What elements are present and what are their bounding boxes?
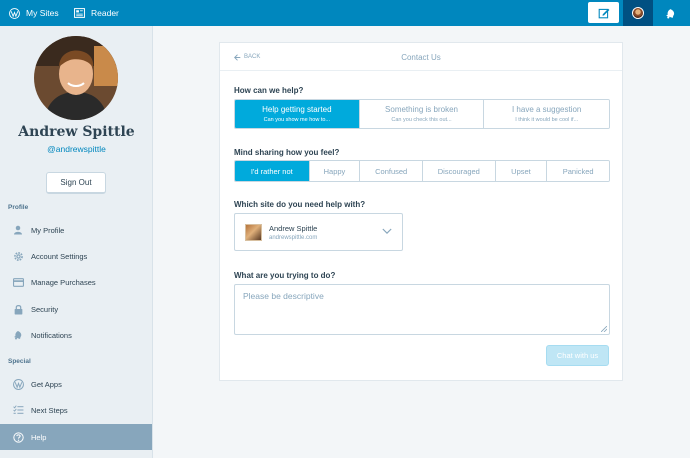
sidebar-item-label: Notifications: [31, 330, 72, 340]
sidebar-item-manage-purchases[interactable]: Manage Purchases: [0, 269, 152, 295]
feeling-selector: I'd rather not Happy Confused Discourage…: [234, 160, 610, 182]
me-avatar-button[interactable]: [623, 0, 653, 26]
sidebar-item-account-settings[interactable]: Account Settings: [0, 243, 152, 269]
cog-icon: [12, 250, 24, 262]
wordpress-icon: [12, 378, 24, 390]
message-textarea[interactable]: Please be descriptive: [234, 284, 610, 335]
avatar: [632, 7, 644, 19]
contact-card: Contact Us BACK How can we help? Help ge…: [219, 42, 623, 381]
sidebar-item-next-steps[interactable]: Next Steps: [0, 397, 152, 423]
card-header: Contact Us BACK: [220, 43, 622, 71]
reader-link[interactable]: Reader: [74, 0, 119, 26]
profile-section-heading: Profile: [8, 204, 29, 211]
chat-with-us-button[interactable]: Chat with us: [546, 345, 609, 366]
help-option-getting-started[interactable]: Help getting started Can you show me how…: [235, 100, 360, 128]
sidebar-item-security[interactable]: Security: [0, 296, 152, 322]
profile-handle[interactable]: @andrewspittle: [0, 144, 153, 154]
chevron-down-icon: [382, 228, 392, 234]
reader-label: Reader: [91, 8, 119, 18]
feel-option-happy[interactable]: Happy: [309, 161, 361, 181]
wordpress-icon: [9, 7, 20, 19]
site-selector[interactable]: Andrew Spittle andrewspittle.com: [234, 213, 403, 251]
feel-option-discouraged[interactable]: Discouraged: [423, 161, 496, 181]
my-sites-label: My Sites: [26, 8, 59, 18]
write-post-button[interactable]: [588, 2, 619, 23]
option-subtitle: Can you check this out...: [391, 117, 452, 123]
site-icon: [245, 223, 262, 241]
site-name: Andrew Spittle: [269, 223, 318, 233]
bell-icon: [12, 329, 24, 341]
sidebar-item-get-apps[interactable]: Get Apps: [0, 371, 152, 397]
sidebar-item-label: Help: [31, 432, 47, 442]
sidebar-item-notifications[interactable]: Notifications: [0, 322, 152, 348]
checklist-icon: [12, 404, 24, 416]
help-type-selector: Help getting started Can you show me how…: [234, 99, 610, 129]
edit-icon: [598, 8, 609, 18]
page-title: Contact Us: [401, 52, 441, 62]
site-url: andrewspittle.com: [269, 234, 318, 241]
sign-out-button[interactable]: Sign Out: [46, 172, 106, 194]
option-subtitle: Can you show me how to...: [263, 117, 330, 123]
feel-question-label: Mind sharing how you feel?: [234, 148, 340, 157]
resize-grip-icon[interactable]: [601, 326, 607, 332]
site-question-label: Which site do you need help with?: [234, 200, 366, 209]
credit-card-icon: [12, 276, 24, 288]
sidebar-item-help[interactable]: Help: [0, 424, 152, 450]
notifications-button[interactable]: [655, 0, 685, 26]
masterbar: My Sites Reader: [0, 0, 690, 26]
option-subtitle: I think it would be cool if...: [515, 117, 579, 123]
lock-icon: [12, 303, 24, 315]
sidebar: Andrew Spittle @andrewspittle Sign Out P…: [0, 26, 153, 458]
help-question-label: How can we help?: [234, 86, 304, 95]
sidebar-item-label: Get Apps: [31, 379, 62, 389]
message-placeholder: Please be descriptive: [243, 291, 324, 301]
sidebar-item-label: Manage Purchases: [31, 277, 96, 287]
feel-option-upset[interactable]: Upset: [495, 161, 548, 181]
help-icon: [12, 431, 24, 443]
reader-icon: [74, 8, 85, 18]
sidebar-item-label: Security: [31, 304, 59, 314]
feel-option-rather-not[interactable]: I'd rather not: [235, 161, 310, 181]
help-option-suggestion[interactable]: I have a suggestion I think it would be …: [484, 100, 609, 128]
arrow-left-icon: [234, 53, 241, 61]
back-label: BACK: [244, 54, 261, 60]
option-title: Help getting started: [262, 105, 332, 114]
user-icon: [12, 224, 24, 236]
trying-question-label: What are you trying to do?: [234, 271, 336, 280]
sidebar-item-label: Account Settings: [31, 251, 88, 261]
special-section-heading: Special: [8, 358, 31, 365]
back-button[interactable]: BACK: [234, 43, 260, 71]
profile-name: Andrew Spittle: [18, 124, 135, 140]
bell-icon: [665, 8, 674, 18]
my-sites-link[interactable]: My Sites: [9, 0, 59, 26]
sidebar-item-my-profile[interactable]: My Profile: [0, 217, 152, 243]
option-title: I have a suggestion: [511, 105, 582, 114]
feel-option-panicked[interactable]: Panicked: [547, 161, 609, 181]
feel-option-confused[interactable]: Confused: [360, 161, 423, 181]
sidebar-item-label: Next Steps: [31, 405, 68, 415]
option-title: Something is broken: [385, 105, 458, 114]
help-option-something-broken[interactable]: Something is broken Can you check this o…: [359, 100, 485, 128]
profile-photo: [34, 36, 118, 120]
sidebar-item-label: My Profile: [31, 225, 65, 235]
profile-avatar[interactable]: [34, 36, 118, 120]
